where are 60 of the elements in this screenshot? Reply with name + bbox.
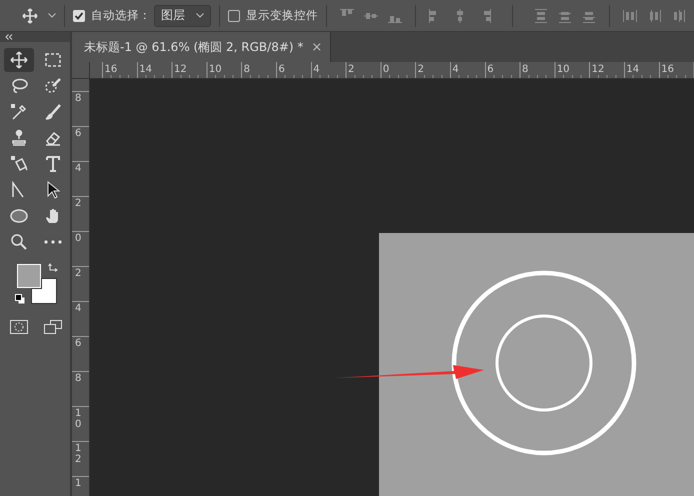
ruler-label: 6: [75, 127, 82, 139]
ruler-label: 6: [75, 337, 82, 349]
ruler-label: 16: [104, 64, 118, 75]
ruler-label: 2: [75, 267, 82, 279]
ruler-label: 10: [75, 407, 82, 430]
quick-selection-icon: [44, 77, 62, 95]
move-icon[interactable]: [22, 8, 38, 24]
paint-bucket-icon: [10, 155, 28, 173]
eraser-icon: [44, 129, 62, 147]
dashed-rectangle-icon: [44, 51, 62, 69]
ruler-label: 14: [139, 64, 152, 75]
move-tool[interactable]: [4, 48, 34, 72]
more-icon: [44, 240, 62, 244]
ruler-label: 14: [626, 64, 640, 75]
lasso-icon: [10, 77, 28, 95]
type-icon: [44, 155, 62, 173]
ruler-label: 6: [487, 64, 494, 75]
document-title: 未标题-1 @ 61.6% (椭圆 2, RGB/8#) *: [84, 38, 304, 56]
caret-icon[interactable]: [48, 13, 56, 18]
ruler-label: 8: [244, 64, 250, 75]
default-colors-icon[interactable]: [15, 294, 25, 304]
ruler-label: 12: [75, 442, 82, 465]
brush-icon: [44, 103, 62, 121]
foreground-color-swatch[interactable]: [17, 264, 41, 288]
ruler-label: 10: [556, 64, 570, 75]
ruler-label: 4: [75, 302, 82, 314]
eyedropper-icon: [10, 103, 28, 121]
show-transform-label: 显示变换控件: [246, 8, 318, 23]
show-transform-checkbox[interactable]: [228, 10, 240, 22]
ruler-label: 4: [75, 162, 82, 174]
ruler-label: 8: [75, 92, 82, 104]
collapse-icon[interactable]: [5, 34, 13, 40]
ruler-label: 6: [278, 64, 285, 75]
auto-select-label: 自动选择：: [91, 8, 151, 23]
ruler-label: 8: [522, 64, 528, 75]
ruler-label: 8: [75, 372, 82, 384]
ruler-label: 2: [75, 197, 82, 209]
caret-icon: [196, 13, 204, 18]
ruler-label: 12: [592, 64, 604, 75]
document-tab[interactable]: 未标题-1 @ 61.6% (椭圆 2, RGB/8#) * ×: [72, 32, 332, 62]
auto-select-checkbox[interactable]: [73, 10, 85, 22]
ruler-label: 0: [75, 232, 82, 244]
move-icon: [10, 51, 28, 69]
ruler-label: 10: [208, 64, 222, 75]
ruler-label: 0: [382, 64, 390, 75]
screen-mode-icon[interactable]: [44, 320, 62, 334]
zoom-icon: [10, 233, 28, 251]
swap-colors-icon[interactable]: [48, 263, 58, 273]
ruler-label: 16: [661, 64, 674, 75]
ruler-label: 4: [313, 64, 320, 75]
ruler-label: 2: [348, 64, 354, 75]
ruler-label: 12: [174, 64, 187, 75]
ruler-label: 2: [418, 64, 424, 75]
ruler-label: 4: [452, 64, 459, 75]
quick-mask-icon[interactable]: [10, 320, 28, 334]
ellipse-icon: [10, 207, 28, 225]
layer-dropdown[interactable]: 图层: [154, 4, 211, 26]
stamp-icon: [10, 129, 28, 147]
ruler-label: 1: [75, 477, 82, 489]
close-tab-button[interactable]: ×: [311, 40, 322, 54]
